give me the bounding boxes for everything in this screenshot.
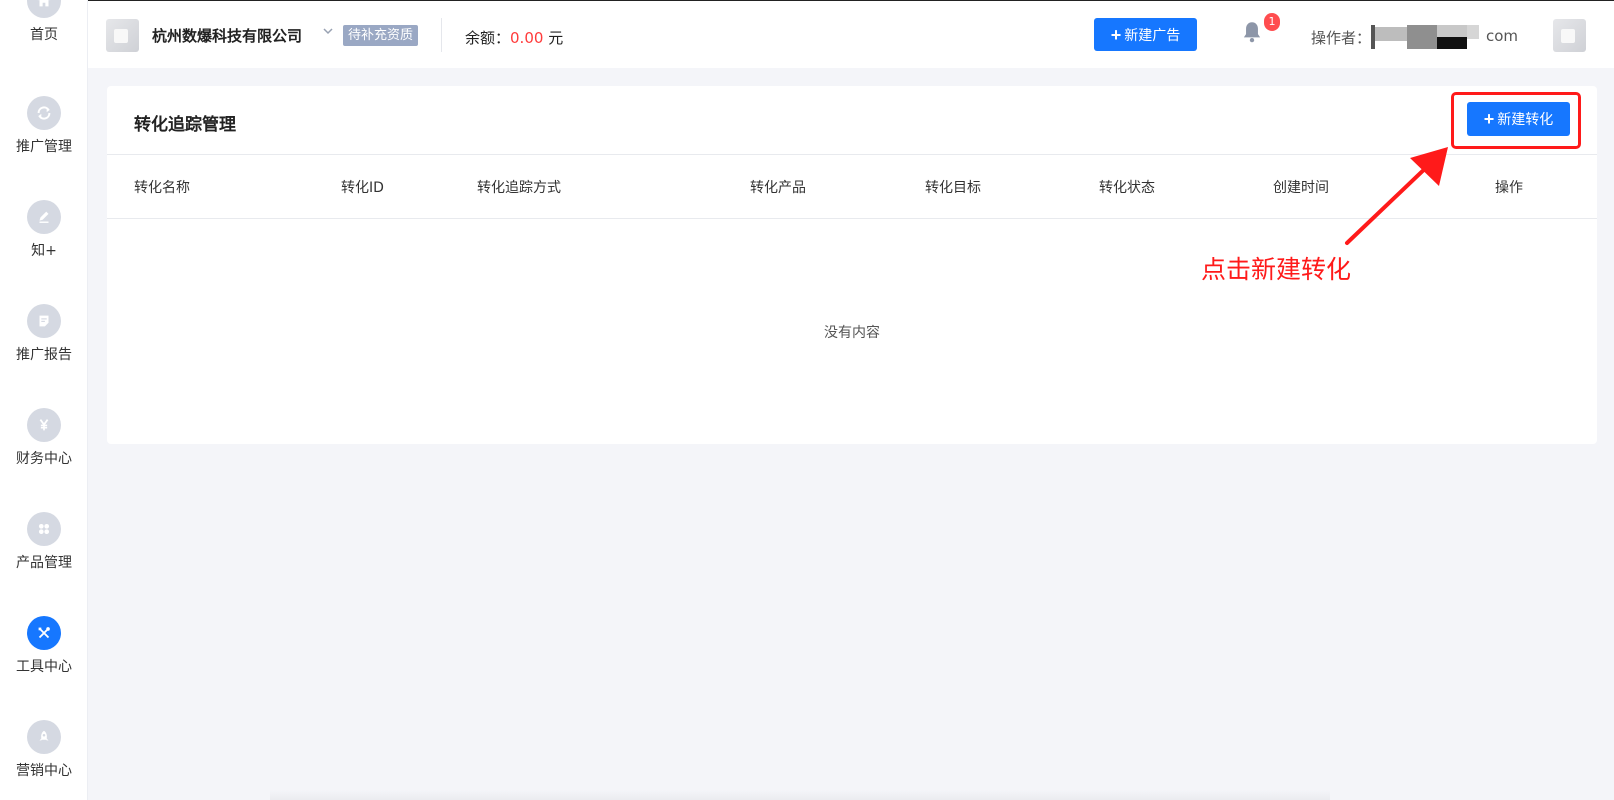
sidebar-item-label: 营销中心 [16,763,72,779]
operator-redacted [1371,25,1479,49]
divider [441,18,442,52]
bottom-shadow [270,790,1330,800]
balance-amount: 0.00 [510,29,544,47]
column-header-goal: 转化目标 [925,180,981,196]
sidebar-item-label: 财务中心 [16,451,72,467]
sidebar-item-label: 推广报告 [16,347,72,363]
sidebar: 首页 推广管理 知+ 推广报告 财务中心 产品管理 工具中心 营销中心 [0,0,88,800]
yuan-icon [27,408,61,442]
balance: 余额：0.00 元 [465,27,563,48]
new-ad-button[interactable]: + 新建广告 [1094,18,1197,51]
sidebar-item-label: 产品管理 [16,555,72,571]
annotation-highlight-box [1451,92,1581,149]
sidebar-item-finance[interactable]: 财务中心 [0,408,87,468]
column-header-method: 转化追踪方式 [477,180,561,196]
annotation-arrow-icon [1345,147,1448,245]
sidebar-item-label: 首页 [30,27,58,43]
company-name[interactable]: 杭州数爆科技有限公司 [152,25,302,46]
sidebar-item-label: 推广管理 [16,139,72,155]
status-badge: 待补充资质 [343,25,419,46]
balance-unit: 元 [548,29,564,47]
rocket-icon [27,720,61,754]
grid-icon [27,512,61,546]
page-title: 转化追踪管理 [134,115,236,135]
refresh-icon [27,96,61,130]
sidebar-item-marketing[interactable]: 营销中心 [0,720,87,780]
top-bar: 杭州数爆科技有限公司 待补充资质 余额：0.00 元 + 新建广告 1 操作者： … [88,0,1614,68]
column-header-product: 转化产品 [750,180,806,196]
plus-icon: + [1110,24,1122,45]
sidebar-item-tools[interactable]: 工具中心 [0,616,87,676]
sidebar-item-label: 工具中心 [16,659,72,675]
sidebar-item-label: 知+ [31,243,57,259]
column-header-created: 创建时间 [1273,180,1329,196]
column-header-status: 转化状态 [1099,180,1155,196]
column-header-name: 转化名称 [134,180,190,196]
sidebar-item-report[interactable]: 推广报告 [0,304,87,364]
new-ad-label: 新建广告 [1124,26,1181,43]
company-avatar [106,19,139,52]
operator-suffix: com [1486,27,1519,45]
user-avatar[interactable] [1553,19,1586,52]
column-header-actions: 操作 [1495,180,1523,196]
pen-icon [27,200,61,234]
notification-badge: 1 [1264,13,1280,31]
tools-icon [27,616,61,650]
sidebar-item-home[interactable]: 首页 [0,0,87,44]
sidebar-item-promotion[interactable]: 推广管理 [0,96,87,156]
sidebar-item-zhiplus[interactable]: 知+ [0,200,87,260]
home-icon [27,0,61,18]
bell-icon[interactable] [1239,19,1265,45]
balance-label: 余额： [465,29,511,47]
annotation-text: 点击新建转化 [1201,255,1352,284]
report-icon [27,304,61,338]
chevron-down-icon[interactable] [320,23,336,39]
operator-label: 操作者： [1311,29,1372,47]
empty-state: 没有内容 [824,325,880,341]
sidebar-item-product[interactable]: 产品管理 [0,512,87,572]
column-header-id: 转化ID [341,180,384,196]
